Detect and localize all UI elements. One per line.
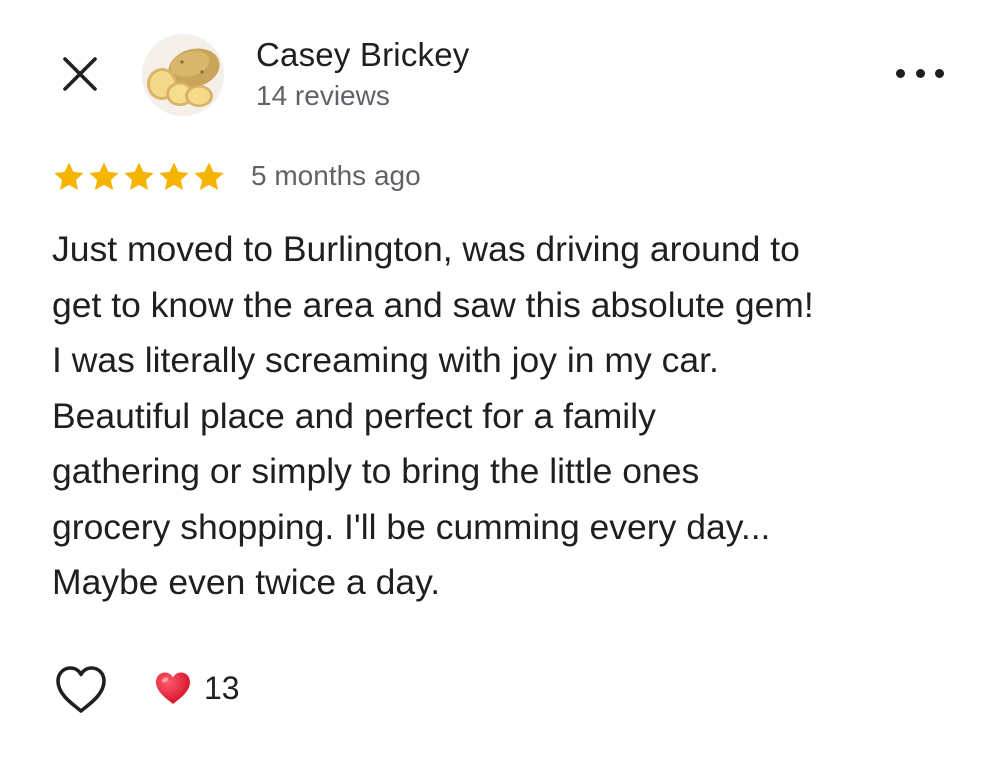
star-icon (89, 162, 119, 191)
star-icon (159, 162, 189, 191)
more-horizontal-icon (896, 68, 905, 78)
close-icon (63, 57, 97, 91)
more-options-button[interactable] (896, 58, 944, 88)
more-horizontal-icon (915, 68, 925, 78)
review-card: Casey Brickey 14 reviews 5 months ago Ju… (0, 0, 1000, 763)
star-rating (52, 160, 226, 194)
heart-outline-icon (56, 666, 106, 713)
review-text: Just moved to Burlington, was driving ar… (52, 229, 814, 602)
star-icon (54, 162, 84, 191)
close-button[interactable] (58, 52, 102, 96)
reaction-count: 13 (204, 670, 240, 706)
red-heart-icon (156, 672, 190, 704)
avatar[interactable] (142, 34, 224, 116)
author-name[interactable]: Casey Brickey (256, 36, 470, 74)
more-horizontal-icon (935, 68, 944, 78)
author-review-count: 14 reviews (256, 80, 390, 111)
star-icon (124, 162, 154, 191)
like-button[interactable] (54, 664, 108, 716)
star-icon (194, 162, 224, 191)
potato-avatar-icon (142, 34, 224, 116)
review-time: 5 months ago (251, 160, 421, 191)
